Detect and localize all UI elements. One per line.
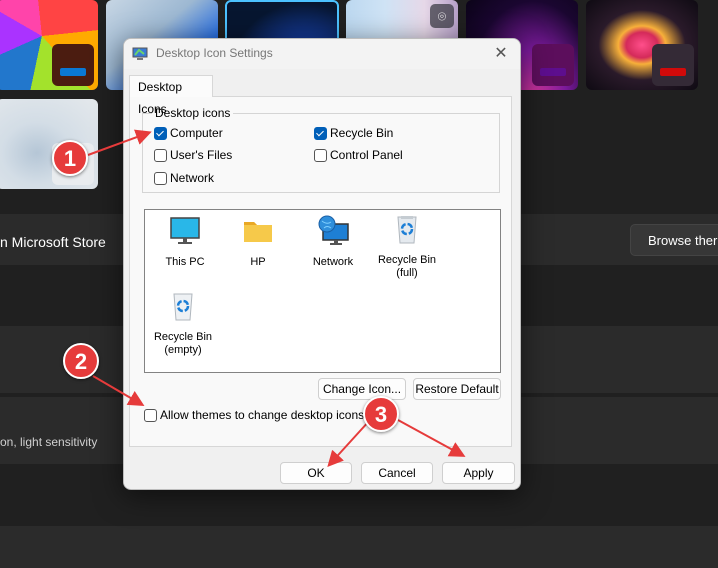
arrow-3-apply: [397, 419, 466, 457]
annotation-marker-3: 3: [363, 396, 399, 432]
arrow-1: [87, 129, 152, 156]
arrow-2: [92, 375, 145, 407]
annotation-arrows: [87, 129, 466, 467]
annotation-marker-2: 2: [63, 343, 99, 379]
arrow-3-ok: [327, 419, 371, 467]
annotation-marker-1: 1: [52, 140, 88, 176]
